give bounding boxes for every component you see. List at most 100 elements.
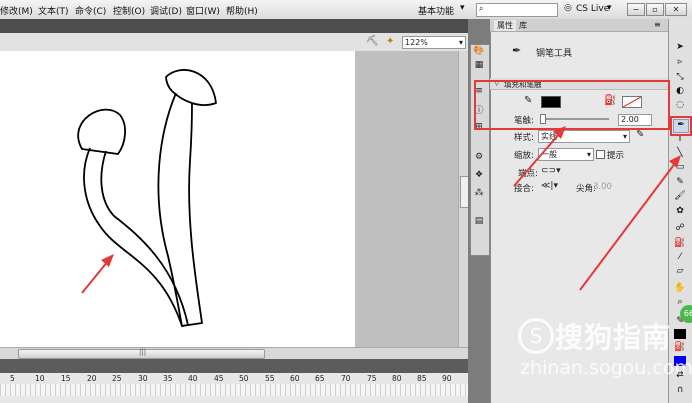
miter-value[interactable]: 3.00 [593,182,612,192]
pen-tool-icon: ✒ [512,44,522,57]
eraser-tool-icon[interactable]: ▱ [673,266,687,278]
menu-window[interactable]: 窗口(W) [186,4,220,17]
components-panel-icon[interactable]: ⚙ [473,152,485,163]
deco-tool-icon[interactable]: ✿ [673,206,687,218]
tool-title: 钢笔工具 [536,49,573,59]
hint-label: 提示 [607,151,625,161]
free-transform-tool-icon[interactable]: ⤡ [673,72,687,84]
join-label: 接合: [514,184,534,194]
search-icon: ⌕ [479,4,484,13]
bone-tool-icon[interactable]: ☍ [673,223,687,235]
timeline-tick: 15 [61,374,71,383]
timeline-tick: 35 [163,374,173,383]
style-value: 实线 [541,132,557,141]
timeline-tick: 5 [10,374,15,383]
menu-modify[interactable]: 修改(M) [0,4,33,17]
timeline-tick: 70 [341,374,351,383]
stroke-color-tool[interactable] [674,329,686,339]
menu-control[interactable]: 控制(O) [113,4,145,17]
search-input[interactable]: ⌕ [476,3,558,17]
timeline-tick: 80 [392,374,402,383]
cs-live-button[interactable]: CS Live [576,4,609,14]
timeline-frames[interactable] [0,384,468,396]
watermark-logo-icon: S [518,318,554,354]
line-tool-icon[interactable]: ╲ [673,148,687,160]
chevron-down-icon[interactable]: ▾ [607,3,612,13]
edit-scene-icon[interactable]: ⛏ [366,36,379,47]
style-select[interactable]: 实线 ▾ [538,130,630,143]
zoom-select[interactable]: 122% ▾ [402,36,466,49]
scale-value: 一般 [541,150,557,159]
selection-tool-icon[interactable]: ➤ [673,42,687,54]
chevron-down-icon: ▾ [586,150,591,159]
3d-rotation-tool-icon[interactable]: ◐ [673,86,687,98]
rectangle-tool-icon[interactable]: ▭ [673,162,687,174]
drawing-canvas[interactable] [0,51,355,347]
timeline-tick: 90 [442,374,452,383]
brush-tool-icon[interactable]: 🖌 [673,191,687,203]
timeline-tick: 25 [112,374,122,383]
panel-menu-icon[interactable]: ≡ [654,20,661,29]
scale-select[interactable]: 一般 ▾ [538,148,594,161]
watermark-badge: 66 [680,305,692,323]
chevron-down-icon[interactable]: ▾ [460,3,465,13]
timeline-tick: 50 [239,374,249,383]
horizontal-scroll-thumb[interactable]: ||| [18,348,265,359]
hint-checkbox[interactable] [596,150,605,159]
edit-stroke-style-icon[interactable]: ✎ [636,129,644,140]
swatches-panel-icon[interactable]: ▦ [473,60,485,71]
tab-properties[interactable]: 属性 [494,20,516,31]
mushroom-cap-left [77,108,126,155]
timeline-tick: 60 [290,374,300,383]
hand-tool-icon[interactable]: ✋ [673,283,687,295]
tab-library[interactable]: 库 [516,20,530,31]
menu-text[interactable]: 文本(T) [38,4,69,17]
menu-commands[interactable]: 命令(C) [75,4,106,17]
timeline-tick: 40 [188,374,198,383]
watermark-url: zhinan.sogou.com [520,357,692,379]
history-panel-icon[interactable]: ▤ [473,216,485,227]
timeline-tick: 65 [315,374,325,383]
grip-icon: ||| [139,348,147,356]
timeline-tick: 20 [87,374,97,383]
watermark-brand: 搜狗指南 [555,321,672,354]
menu-help[interactable]: 帮助(H) [226,4,258,17]
chevron-down-icon: ▾ [622,132,627,141]
timeline-tick: 75 [367,374,377,383]
timeline-tick: 85 [417,374,427,383]
menu-debug[interactable]: 调试(D) [150,4,182,17]
color-panel-icon[interactable]: 🎨 [473,46,485,57]
close-button[interactable]: ✕ [665,3,687,16]
cap-label: 端点: [518,169,538,179]
snap-to-objects-icon[interactable]: ∩ [673,385,687,397]
menu-bar: 修改(M) 文本(T) 命令(C) 控制(O) 调试(D) 窗口(W) 帮助(H… [0,0,692,20]
join-style-icon[interactable]: ≪|▾ [541,181,558,191]
timeline-header [0,359,468,373]
annotation-box-pen-tool [670,116,692,136]
paint-bucket-tool-icon[interactable]: ⛽ [673,238,687,250]
subselection-tool-icon[interactable]: ▹ [673,57,687,69]
pencil-tool-icon[interactable]: ✎ [673,177,687,189]
cap-style-icon[interactable]: ⊂⊃▾ [541,166,561,176]
timeline-tick: 10 [35,374,45,383]
motion-presets-icon[interactable]: ❖ [473,170,485,181]
stage[interactable] [0,51,355,347]
eyedropper-tool-icon[interactable]: ⁄ [673,252,687,264]
scale-label: 缩放: [514,151,534,161]
chevron-down-icon: ▾ [458,38,463,47]
mushroom-stem-left [83,147,189,327]
style-label: 样式: [514,133,534,143]
fill-color-bucket-icon: ⛽ [674,342,686,352]
workspace-switcher[interactable]: 基本功能 [418,4,454,17]
edit-symbol-icon[interactable]: ✦ [386,36,394,47]
zoom-value: 122% [405,38,428,47]
annotation-arrow-left [81,254,114,294]
cs-live-icon: ◎ [564,3,572,13]
minimize-button[interactable]: − [627,3,645,16]
timeline-tick: 55 [265,374,275,383]
restore-button[interactable]: ▫ [646,3,664,16]
timeline-tick: 30 [138,374,148,383]
code-snippets-icon[interactable]: ⁂ [473,188,485,199]
lasso-tool-icon[interactable]: ◌ [673,100,687,112]
document-toolbar: ⛏ ✦ 122% ▾ [0,33,468,52]
